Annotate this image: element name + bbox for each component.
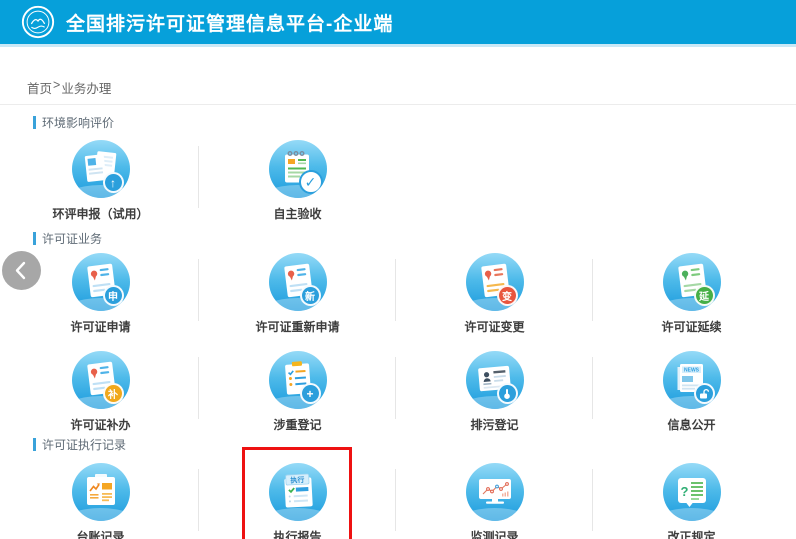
monitoring-icon [466, 463, 524, 521]
tile-row-permit-2: 补 许可证补办 + 涉重登记 [2, 351, 796, 432]
discharge-reg-icon [466, 351, 524, 409]
tile-self-accept[interactable]: ✓ 自主验收 [199, 140, 396, 221]
permit-apply-icon: 申 [72, 253, 130, 311]
section-accent-bar [33, 116, 36, 129]
tile-eia-report[interactable]: ↑ 环评申报（试用） [2, 140, 199, 221]
self-accept-icon: ✓ [269, 140, 327, 198]
mee-emblem-icon [20, 4, 56, 40]
news-text: NEWS [684, 368, 700, 374]
tile-label: 许可证延续 [661, 320, 721, 334]
section-accent-bar [33, 232, 36, 245]
tile-label: 排污登记 [470, 418, 518, 432]
check-icon: ✓ [299, 170, 323, 194]
permit-reissue-icon: 补 [72, 351, 130, 409]
tile-row-exec: 台账记录 执行 执行报告 [2, 463, 796, 539]
section-header-permit: 许可证业务 [33, 231, 796, 245]
carousel-prev-button[interactable] [2, 251, 41, 290]
tile-label: 许可证申请 [70, 320, 130, 334]
tile-row-eia: ↑ 环评申报（试用） ✓ [2, 140, 796, 221]
correction-icon: ? [663, 463, 721, 521]
tile-permit-reissue[interactable]: 补 许可证补办 [2, 351, 199, 432]
tile-discharge-reg[interactable]: 排污登记 [396, 351, 593, 432]
section-header-exec: 许可证执行记录 [33, 437, 796, 451]
badge-renew: 延 [694, 285, 715, 306]
breadcrumb-home-link[interactable]: 首页 [27, 78, 52, 97]
tile-label: 执行报告 [273, 530, 321, 539]
tile-label: 自主验收 [273, 207, 321, 221]
breadcrumb-separator: > [53, 78, 60, 97]
ledger-icon [72, 463, 130, 521]
section-accent-bar [33, 438, 36, 451]
breadcrumb-current: 业务办理 [61, 78, 111, 97]
section-title: 许可证业务 [42, 230, 102, 247]
tile-permit-change[interactable]: 变 许可证变更 [396, 253, 593, 334]
tile-monitoring[interactable]: 监测记录 [396, 463, 593, 539]
permit-renew-icon: 延 [663, 253, 721, 311]
tile-row-permit-1: 申 许可证申请 新 许可证重新申请 [2, 253, 796, 334]
tile-label: 许可证变更 [464, 320, 524, 334]
permit-change-icon: 变 [466, 253, 524, 311]
tile-label: 涉重登记 [273, 418, 321, 432]
tile-permit-reapply[interactable]: 新 许可证重新申请 [199, 253, 396, 334]
badge-reapply: 新 [300, 285, 321, 306]
tile-permit-renew[interactable]: 延 许可证延续 [593, 253, 790, 334]
tile-label: 环评申报（试用） [52, 207, 148, 221]
app-header: 全国排污许可证管理信息平台-企业端 [0, 0, 796, 47]
tile-label: 改正规定 [667, 530, 715, 539]
section-title: 环境影响评价 [42, 114, 114, 131]
hand-pointer-icon [497, 383, 518, 404]
page-title: 全国排污许可证管理信息平台-企业端 [66, 9, 393, 36]
breadcrumb: 首页 > 业务办理 [0, 78, 796, 105]
question-mark-icon: ? [680, 484, 688, 499]
tile-label: 信息公开 [667, 418, 715, 432]
tile-label: 台账记录 [76, 530, 124, 539]
plus-icon: + [300, 383, 321, 404]
tile-heavy-metal-reg[interactable]: + 涉重登记 [199, 351, 396, 432]
permit-reapply-icon: 新 [269, 253, 327, 311]
business-portal-page: 全国排污许可证管理信息平台-企业端 首页 > 业务办理 环境影响评价 [0, 0, 796, 539]
tile-label: 监测记录 [470, 530, 518, 539]
upload-arrow-icon: ↑ [103, 172, 124, 193]
badge-change: 变 [497, 285, 518, 306]
tile-label: 许可证重新申请 [255, 320, 339, 334]
badge-reissue: 补 [103, 383, 124, 404]
info-disclosure-icon: NEWS [663, 351, 721, 409]
tile-label: 许可证补办 [70, 418, 130, 432]
tile-correction[interactable]: ? 改正规定 [593, 463, 790, 539]
badge-apply: 申 [103, 285, 124, 306]
tile-exec-report[interactable]: 执行 执行报告 [199, 463, 396, 539]
exec-report-icon: 执行 [269, 463, 327, 521]
section-header-eia: 环境影响评价 [33, 115, 796, 129]
section-title: 许可证执行记录 [42, 436, 126, 453]
unlock-icon [694, 383, 715, 404]
eia-report-icon: ↑ [72, 140, 130, 198]
chevron-left-icon [2, 251, 41, 290]
tile-ledger[interactable]: 台账记录 [2, 463, 199, 539]
tile-info-disclosure[interactable]: NEWS 信息公开 [593, 351, 790, 432]
heavy-metal-reg-icon: + [269, 351, 327, 409]
